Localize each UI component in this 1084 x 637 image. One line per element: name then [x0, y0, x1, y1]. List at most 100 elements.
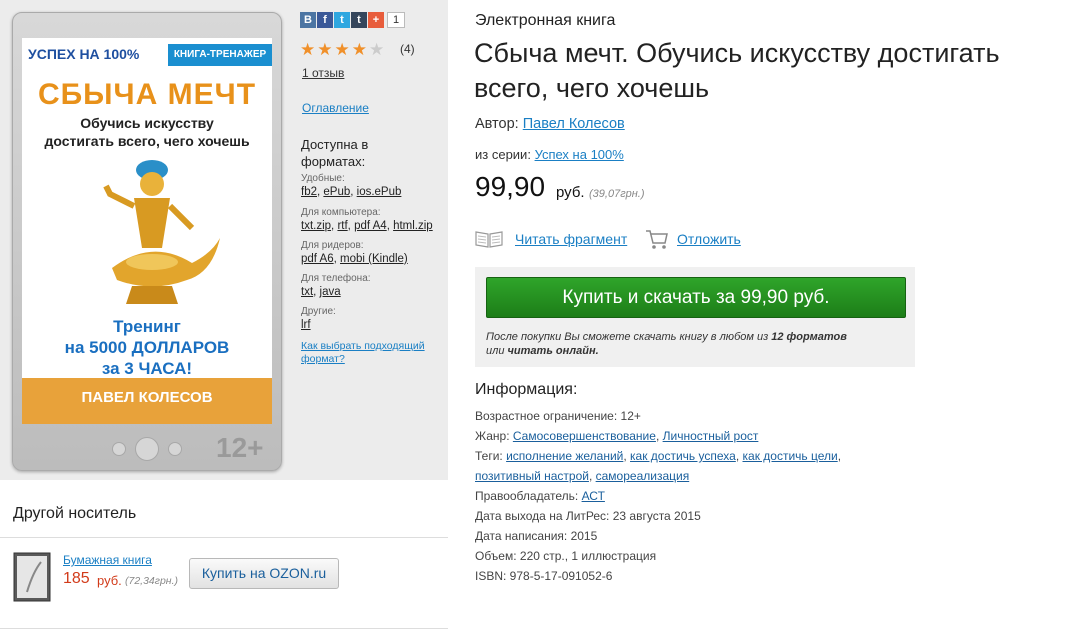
format-link[interactable]: txt: [301, 286, 313, 298]
format-link[interactable]: java: [320, 286, 341, 298]
book-cover[interactable]: УСПЕХ НА 100% КНИГА-ТРЕНАЖЕР СБЫЧА МЕЧТ …: [22, 38, 272, 424]
format-link[interactable]: fb2: [301, 186, 317, 198]
zoom-icon[interactable]: [168, 442, 182, 456]
cover-series: УСПЕХ НА 100%: [28, 46, 140, 62]
buy-note: После покупки Вы сможете скачать книгу в…: [486, 330, 906, 358]
format-group-label: Для ридеров:: [301, 240, 364, 251]
twitter-icon[interactable]: t: [334, 12, 350, 28]
rating-count: (4): [400, 42, 415, 56]
format-group: txt, java: [301, 286, 341, 298]
ozon-button[interactable]: Купить на OZON.ru: [189, 558, 339, 589]
format-group-label: Для компьютера:: [301, 207, 381, 218]
format-link[interactable]: rtf: [337, 220, 347, 232]
cover-author: ПАВЕЛ КОЛЕСОВ: [22, 378, 272, 424]
info-label: Правообладатель:: [475, 489, 579, 503]
info-volume: Объем: 220 стр., 1 иллюстрация: [475, 549, 657, 563]
paper-price: 185: [63, 570, 90, 587]
rating-stars[interactable]: ★★★★★: [300, 40, 386, 60]
cover-badge: КНИГА-ТРЕНАЖЕР: [168, 44, 272, 66]
rightholder-link[interactable]: АСТ: [582, 489, 605, 503]
price-currency: руб.: [556, 184, 585, 201]
info-written: Дата написания: 2015: [475, 529, 598, 543]
star-icon: ★: [334, 40, 352, 59]
author-line: Автор: Павел Колесов: [475, 116, 625, 132]
share-count: 1: [387, 12, 406, 28]
tag-link[interactable]: как достичь успеха: [630, 449, 736, 463]
divider: [0, 537, 448, 538]
tumblr-icon[interactable]: t: [351, 12, 367, 28]
format-group: lrf: [301, 319, 311, 331]
page-title: Сбыча мечт. Обучись искусству достигать …: [474, 38, 1000, 103]
other-medium-title: Другой носитель: [13, 505, 137, 522]
star-icon: ★: [300, 40, 318, 59]
format-group: fb2, ePub, ios.ePub: [301, 186, 402, 198]
read-fragment-link[interactable]: Читать фрагмент: [515, 231, 627, 247]
series-label: из серии:: [475, 147, 531, 162]
price: 99,90: [475, 171, 546, 202]
genre-link[interactable]: Самосовершенствование: [513, 429, 656, 443]
buy-button[interactable]: Купить и скачать за 99,90 руб.: [486, 277, 906, 318]
format-link[interactable]: pdf A4: [354, 220, 387, 232]
buy-note-online: читать онлайн.: [507, 345, 599, 357]
product-kind: Электронная книга: [475, 12, 616, 29]
format-link[interactable]: html.zip: [393, 220, 433, 232]
info-isbn: ISBN: 978-5-17-091052-6: [475, 569, 613, 583]
tag-link[interactable]: позитивный настрой: [475, 469, 589, 483]
paper-currency: руб.: [97, 573, 122, 588]
divider: [0, 628, 448, 629]
series-link[interactable]: Успех на 100%: [535, 147, 624, 162]
format-link[interactable]: ePub: [323, 186, 350, 198]
tag-link[interactable]: самореализация: [596, 469, 690, 483]
tag-link[interactable]: исполнение желаний: [506, 449, 623, 463]
author-label: Автор:: [475, 116, 519, 132]
cover-subtitle: Обучись искусству достигать всего, чего …: [32, 114, 262, 150]
home-icon[interactable]: [135, 437, 159, 461]
paper-price-alt: (72,34грн.): [125, 575, 178, 587]
format-group-label: Удобные:: [301, 173, 345, 184]
info-tags-cont: позитивный настрой, самореализация: [475, 469, 690, 483]
postpone-link[interactable]: Отложить: [677, 231, 741, 247]
age-rating-mark: 12+: [216, 432, 264, 463]
info-label: Жанр:: [475, 429, 510, 443]
paper-book-link[interactable]: Бумажная книга: [63, 553, 152, 567]
cover-subtitle-line: Обучись искусству: [80, 115, 214, 131]
format-link[interactable]: lrf: [301, 319, 311, 331]
facebook-icon[interactable]: f: [317, 12, 333, 28]
info-release: Дата выхода на ЛитРес: 23 августа 2015: [475, 509, 701, 523]
format-group: txt.zip, rtf, pdf A4, html.zip: [301, 220, 433, 232]
author-link[interactable]: Павел Колесов: [523, 116, 625, 132]
buy-note-text: или: [486, 345, 505, 357]
price-alt: (39,07грн.): [589, 188, 645, 200]
tag-link[interactable]: как достичь цели: [743, 449, 838, 463]
format-link[interactable]: txt.zip: [301, 220, 331, 232]
format-link[interactable]: mobi (Kindle): [340, 253, 408, 265]
paper-book-icon[interactable]: [13, 552, 51, 602]
buy-note-text: После покупки Вы сможете скачать книгу в…: [486, 331, 769, 343]
cover-promo-line: на 5000 ДОЛЛАРОВ: [64, 338, 230, 357]
formats-title: Доступна в форматах:: [301, 137, 369, 169]
vk-icon[interactable]: В: [300, 12, 316, 28]
reviews-link[interactable]: 1 отзыв: [302, 66, 344, 80]
info-tags: Теги: исполнение желаний, как достичь ус…: [475, 449, 842, 463]
plus-icon[interactable]: +: [368, 12, 384, 28]
book-open-icon[interactable]: [475, 230, 503, 248]
share-bar: Вf t t +1: [300, 12, 406, 30]
info-label: Теги:: [475, 449, 503, 463]
prev-page-icon[interactable]: [112, 442, 126, 456]
format-group: pdf A6, mobi (Kindle): [301, 253, 408, 265]
star-icon: ★: [317, 40, 335, 59]
format-link[interactable]: ios.ePub: [357, 186, 402, 198]
cover-promo-line: за 3 ЧАСА!: [101, 359, 193, 378]
cover-promo-line: Тренинг: [113, 317, 181, 336]
format-link[interactable]: pdf A6: [301, 253, 334, 265]
cart-icon[interactable]: [645, 228, 669, 250]
genie-lamp-illustration: [103, 160, 220, 304]
star-empty-icon: ★: [369, 40, 387, 59]
format-group-label: Другие:: [301, 306, 336, 317]
cover-promo: Тренинг на 5000 ДОЛЛАРОВ за 3 ЧАСА!: [32, 316, 262, 379]
format-help-link[interactable]: Как выбрать подходящий формат?: [301, 340, 441, 366]
toc-link[interactable]: Оглавление: [302, 101, 369, 115]
cover-subtitle-line: достигать всего, чего хочешь: [44, 133, 250, 149]
genre-link[interactable]: Личностный рост: [663, 429, 759, 443]
format-group-label: Для телефона:: [301, 273, 371, 284]
